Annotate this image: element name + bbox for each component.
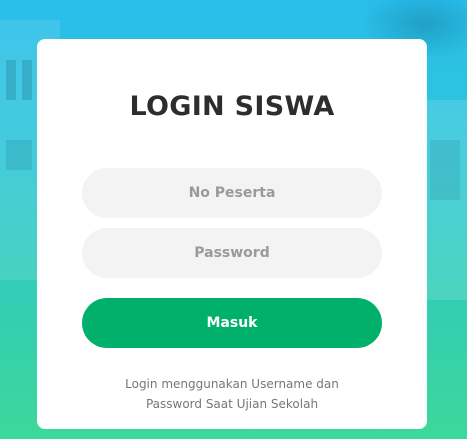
login-note-line-2: Password Saat Ujian Sekolah [145,397,319,411]
login-note-line-1: Login menggunakan Username dan [125,377,339,391]
window-left-1 [6,60,16,100]
window-right [430,140,460,200]
window-left-2 [22,60,32,100]
username-input[interactable] [82,168,382,218]
password-input[interactable] [82,228,382,278]
login-card: LOGIN SISWA Masuk Login menggunakan User… [37,39,427,429]
window-left-3 [6,140,32,170]
login-title: LOGIN SISWA [129,91,335,122]
login-button[interactable]: Masuk [82,298,382,348]
login-note: Login menggunakan Username dan Password … [37,374,427,414]
